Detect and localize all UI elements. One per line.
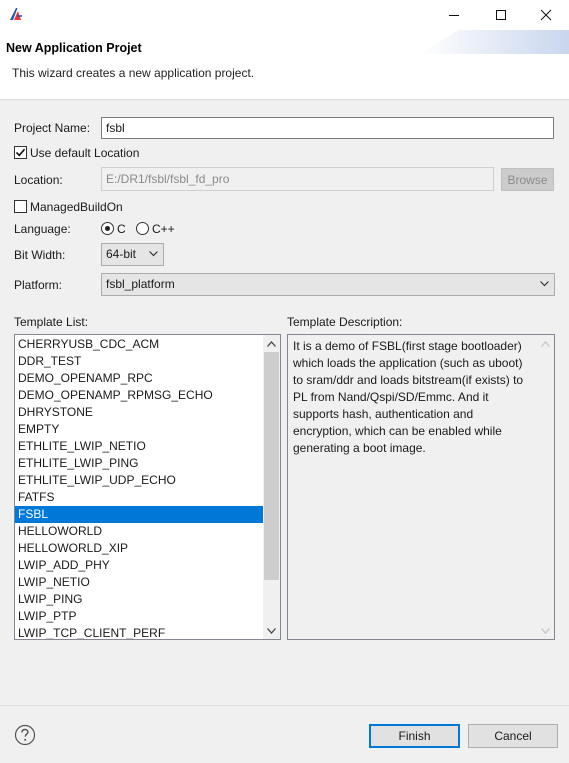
list-item[interactable]: DHRYSTONE bbox=[15, 404, 263, 421]
chevron-down-icon bbox=[541, 627, 550, 634]
chevron-up-icon bbox=[267, 340, 276, 347]
close-icon bbox=[540, 9, 552, 21]
maximize-icon bbox=[496, 10, 506, 20]
wizard-description: This wizard creates a new application pr… bbox=[12, 66, 255, 80]
help-icon bbox=[14, 724, 36, 746]
platform-value: fsbl_platform bbox=[106, 277, 175, 291]
scroll-up-button[interactable] bbox=[263, 335, 280, 352]
project-name-label: Project Name: bbox=[14, 121, 91, 135]
platform-label: Platform: bbox=[14, 278, 63, 292]
managed-build-checkbox[interactable] bbox=[14, 200, 27, 213]
list-item[interactable]: ETHLITE_LWIP_PING bbox=[15, 455, 263, 472]
bit-width-select[interactable]: 64-bit bbox=[101, 243, 164, 266]
list-item[interactable]: LWIP_TCP_CLIENT_PERF bbox=[15, 625, 263, 639]
minimize-icon bbox=[449, 15, 459, 16]
help-button[interactable] bbox=[14, 724, 36, 746]
chevron-down-icon bbox=[149, 251, 158, 257]
use-default-location-checkbox[interactable] bbox=[14, 146, 27, 159]
list-item[interactable]: LWIP_ADD_PHY bbox=[15, 557, 263, 574]
list-item[interactable]: CHERRYUSB_CDC_ACM bbox=[15, 336, 263, 353]
scroll-down-button bbox=[537, 622, 554, 639]
chevron-down-icon bbox=[267, 627, 276, 634]
language-c-label: C bbox=[117, 222, 126, 236]
list-item[interactable]: EMPTY bbox=[15, 421, 263, 438]
template-description-label: Template Description: bbox=[287, 315, 403, 329]
template-list-label: Template List: bbox=[14, 315, 89, 329]
template-list[interactable]: CHERRYUSB_CDC_ACM DDR_TEST DEMO_OPENAMP_… bbox=[14, 334, 281, 640]
location-label: Location: bbox=[14, 173, 63, 187]
list-item[interactable]: ETHLITE_LWIP_UDP_ECHO bbox=[15, 472, 263, 489]
language-cpp-radio[interactable] bbox=[136, 222, 149, 235]
list-item[interactable]: DEMO_OPENAMP_RPMSG_ECHO bbox=[15, 387, 263, 404]
list-item[interactable]: FATFS bbox=[15, 489, 263, 506]
minimize-button[interactable] bbox=[431, 0, 477, 30]
checkmark-icon bbox=[15, 148, 26, 157]
finish-button[interactable]: Finish bbox=[369, 724, 460, 748]
scroll-thumb[interactable] bbox=[264, 352, 279, 580]
title-bar bbox=[0, 0, 569, 30]
list-item[interactable]: LWIP_NETIO bbox=[15, 574, 263, 591]
footer-divider bbox=[0, 705, 569, 706]
description-scrollbar bbox=[537, 335, 554, 639]
list-item[interactable]: HELLOWORLD bbox=[15, 523, 263, 540]
template-list-scrollbar[interactable] bbox=[263, 335, 280, 639]
list-item[interactable]: DDR_TEST bbox=[15, 353, 263, 370]
header-banner-graphic bbox=[419, 30, 569, 54]
cancel-button[interactable]: Cancel bbox=[468, 724, 558, 748]
list-item[interactable]: DEMO_OPENAMP_RPC bbox=[15, 370, 263, 387]
chevron-down-icon bbox=[540, 281, 549, 287]
bit-width-label: Bit Width: bbox=[14, 248, 66, 262]
list-item[interactable]: ETHLITE_LWIP_NETIO bbox=[15, 438, 263, 455]
wizard-header: New Application Projet This wizard creat… bbox=[0, 30, 569, 100]
language-cpp-label: C++ bbox=[152, 222, 175, 236]
language-label: Language: bbox=[14, 222, 71, 236]
list-item[interactable]: LWIP_PTP bbox=[15, 608, 263, 625]
list-item[interactable]: HELLOWORLD_XIP bbox=[15, 540, 263, 557]
scroll-up-button bbox=[537, 335, 554, 352]
template-description-text: It is a demo of FSBL(first stage bootloa… bbox=[293, 339, 524, 455]
project-name-input[interactable]: fsbl bbox=[101, 117, 554, 139]
maximize-button[interactable] bbox=[478, 0, 524, 30]
list-item-selected[interactable]: FSBL bbox=[15, 506, 263, 523]
managed-build-label: ManagedBuildOn bbox=[30, 200, 123, 214]
browse-button: Browse bbox=[501, 168, 554, 191]
chevron-up-icon bbox=[541, 340, 550, 347]
app-logo-icon bbox=[10, 8, 22, 20]
bit-width-value: 64-bit bbox=[106, 247, 137, 261]
radio-selected-dot bbox=[105, 226, 110, 231]
list-item[interactable]: LWIP_PING bbox=[15, 591, 263, 608]
scroll-down-button[interactable] bbox=[263, 622, 280, 639]
template-description-box: It is a demo of FSBL(first stage bootloa… bbox=[287, 334, 555, 640]
use-default-location-label: Use default Location bbox=[30, 146, 140, 160]
location-input: E:/DR1/fsbl/fsbl_fd_pro bbox=[101, 167, 494, 191]
close-button[interactable] bbox=[523, 0, 569, 30]
platform-select[interactable]: fsbl_platform bbox=[101, 273, 555, 296]
wizard-title: New Application Projet bbox=[6, 41, 142, 55]
language-c-radio[interactable] bbox=[101, 222, 114, 235]
